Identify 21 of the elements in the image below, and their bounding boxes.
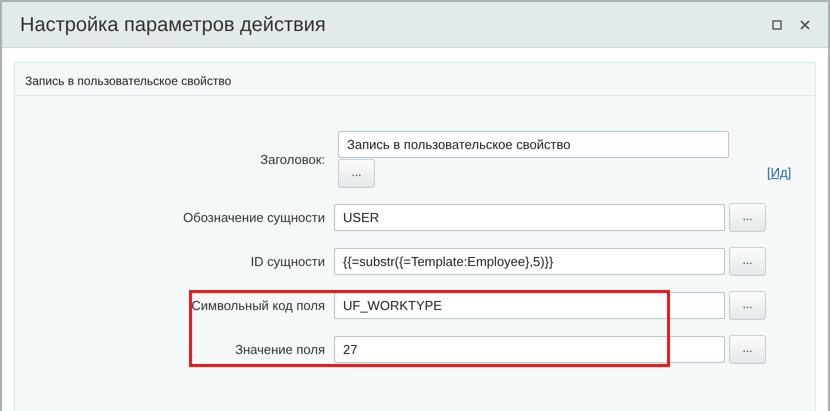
field-label: Заголовок: [259, 150, 326, 169]
input-field[interactable]: 27 [334, 336, 725, 363]
input-field[interactable]: {{=substr({=Template:Employee},5)}} [334, 248, 725, 275]
field-label: Обозначение сущности [182, 208, 326, 227]
ellipsis-button[interactable]: ... [338, 159, 375, 188]
maximize-icon[interactable] [772, 20, 782, 30]
input-field[interactable]: Запись в пользовательское свойство [338, 131, 729, 158]
ellipsis-button[interactable]: ... [729, 247, 766, 276]
ellipsis-button[interactable]: ... [729, 335, 766, 364]
close-icon[interactable] [800, 20, 810, 30]
window-title: Настройка параметров действия [20, 12, 327, 38]
panel-title: Запись в пользовательское свойство [25, 74, 232, 88]
field-label: ID сущности [250, 252, 326, 271]
input-field[interactable]: UF_WORKTYPE [334, 292, 725, 319]
id-link-text: [Ид] [767, 164, 792, 182]
field-label: Символьный код поля [190, 296, 326, 315]
input-field[interactable]: USER [334, 204, 725, 231]
ellipsis-button[interactable]: ... [729, 291, 766, 320]
field-label: Значение поля [234, 340, 326, 359]
id-link[interactable]: Ид [770, 164, 788, 180]
ellipsis-button[interactable]: ... [729, 203, 766, 232]
